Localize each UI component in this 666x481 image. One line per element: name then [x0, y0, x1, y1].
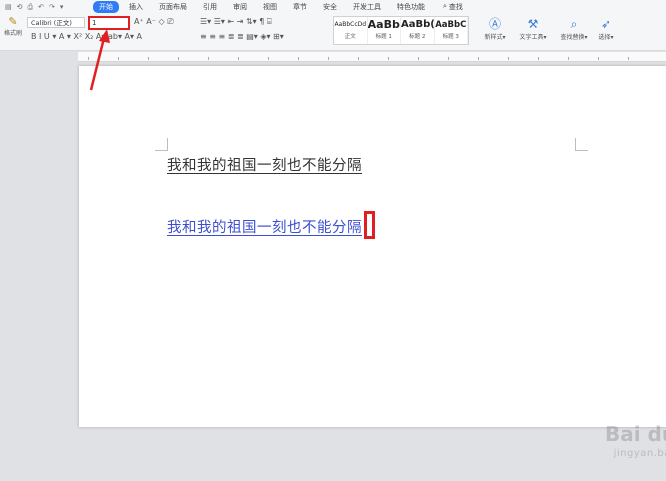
tab-references[interactable]: 引用	[197, 1, 223, 13]
ruler-tick	[628, 57, 629, 60]
style-gallery: AaBbCcDd 正文 AaBb 标题 1 AaBb( 标题 2 AaBbC 标…	[333, 16, 469, 45]
ruler-tick	[148, 57, 149, 60]
watermark-url: jingyan.baidu.com	[613, 448, 666, 459]
brush-icon: ✎	[8, 15, 18, 28]
menu-search[interactable]: ⌕ 查找	[443, 2, 463, 12]
magnifier-icon: ⌕	[570, 17, 578, 31]
style-sample: AaBbC	[435, 20, 467, 30]
document-line-1[interactable]: 我和我的祖国一刻也不能分隔	[167, 154, 362, 175]
file-icon[interactable]: ▤	[5, 3, 12, 12]
search-icon: ⌕	[443, 2, 447, 10]
search-label: 查找	[448, 3, 463, 11]
new-style-icon: Ⓐ	[488, 17, 501, 31]
style-heading-2[interactable]: AaBb( 标题 2	[401, 17, 435, 44]
ribbon: ▤ ⟲ ⎙ ↶ ↷ ▾ 开始 插入 页面布局 引用 审阅 视图 章节 安全 开发…	[0, 0, 666, 51]
find-replace-label: 查找替换▾	[560, 34, 588, 41]
new-style-label: 新样式▾	[484, 34, 506, 41]
tab-review[interactable]: 审阅	[227, 1, 253, 13]
print-icon[interactable]: ⎙	[28, 3, 34, 12]
watermark-logo: Bai du 经验	[604, 422, 666, 446]
ruler-tick	[88, 57, 89, 60]
ruler-tick	[538, 57, 539, 60]
ruler-tick	[298, 57, 299, 60]
document-page[interactable]: 我和我的祖国一刻也不能分隔 我和我的祖国一刻也不能分隔 Bai du 经验 ji…	[79, 66, 666, 459]
text-tools-label: 文字工具▾	[519, 34, 547, 41]
style-sample: AaBb(	[401, 19, 435, 30]
paragraph-align-buttons[interactable]: ≡ ≡ ≡ ≣ ≣ ▤▾ ◈▾ ⊞▾	[200, 32, 284, 41]
document-line-2[interactable]: 我和我的祖国一刻也不能分隔	[167, 216, 362, 237]
style-name: 标题 2	[409, 34, 426, 40]
tab-view[interactable]: 视图	[257, 1, 283, 13]
margin-corner-marker	[155, 138, 168, 151]
style-name: 标题 3	[442, 34, 459, 40]
ruler-tick	[238, 57, 239, 60]
select-button[interactable]: ➶ 选择▾	[594, 16, 618, 41]
tab-security[interactable]: 安全	[317, 1, 343, 13]
font-size-input[interactable]: 1	[88, 16, 130, 30]
undo-arrow-icon[interactable]: ↶	[38, 3, 44, 12]
ruler-tick	[448, 57, 449, 60]
quick-access-toolbar: ▤ ⟲ ⎙ ↶ ↷ ▾	[0, 3, 93, 12]
new-style-button[interactable]: Ⓐ 新样式▾	[480, 16, 510, 41]
format-painter-button[interactable]: ✎ 格式刷	[2, 15, 24, 38]
style-normal[interactable]: AaBbCcDd 正文	[334, 17, 368, 44]
find-replace-button[interactable]: ⌕ 查找替换▾	[556, 16, 592, 41]
menu-bar: ▤ ⟲ ⎙ ↶ ↷ ▾ 开始 插入 页面布局 引用 审阅 视图 章节 安全 开发…	[0, 0, 666, 14]
format-painter-label: 格式刷	[3, 30, 22, 37]
tab-developer[interactable]: 开发工具	[347, 1, 387, 13]
ruler-tick	[418, 57, 419, 60]
cursor-icon: ➶	[600, 17, 612, 31]
text-tools-button[interactable]: ⚒ 文字工具▾	[516, 16, 550, 41]
paragraph-list-buttons[interactable]: ☰▾ ☰▾ ⇤ ⇥ ⇅▾ ¶ ⌸	[200, 17, 272, 27]
select-label: 选择▾	[598, 34, 614, 41]
font-size-buttons[interactable]: A⁺ A⁻ ◇ ⎚	[134, 17, 174, 27]
ruler-tick	[568, 57, 569, 60]
ruler-tick	[358, 57, 359, 60]
ruler-tick	[178, 57, 179, 60]
ruler-tick	[328, 57, 329, 60]
ruler-tick	[508, 57, 509, 60]
wrench-icon: ⚒	[527, 17, 539, 31]
ruler-tick	[598, 57, 599, 60]
tab-insert[interactable]: 插入	[123, 1, 149, 13]
style-heading-3[interactable]: AaBbC 标题 3	[435, 17, 468, 44]
undo-icon[interactable]: ⟲	[17, 3, 23, 12]
font-name-select[interactable]: Calibri (正文)	[27, 17, 85, 28]
tab-page-layout[interactable]: 页面布局	[153, 1, 193, 13]
redo-arrow-icon[interactable]: ↷	[49, 3, 55, 12]
style-sample: AaBbCcDd	[334, 21, 367, 28]
font-style-buttons[interactable]: B I U ▾ A ▾ X² X₂ A▾ ab▾ A▾ A	[31, 32, 142, 41]
highlighted-space-marker	[364, 211, 375, 239]
watermark: Bai du 经验 jingyan.baidu.com	[589, 421, 666, 481]
horizontal-ruler[interactable]	[78, 52, 666, 62]
tab-section[interactable]: 章节	[287, 1, 313, 13]
margin-corner-marker	[575, 138, 588, 151]
ruler-tick	[388, 57, 389, 60]
chevron-down-icon[interactable]: ▾	[60, 3, 64, 12]
style-name: 正文	[344, 34, 356, 40]
ruler-tick	[118, 57, 119, 60]
ruler-tick	[208, 57, 209, 60]
style-heading-1[interactable]: AaBb 标题 1	[367, 17, 401, 44]
tab-home[interactable]: 开始	[93, 1, 119, 13]
tab-features[interactable]: 特色功能	[391, 1, 431, 13]
ruler-tick	[478, 57, 479, 60]
style-name: 标题 1	[375, 34, 392, 40]
ruler-tick	[268, 57, 269, 60]
style-sample: AaBb	[367, 18, 400, 31]
